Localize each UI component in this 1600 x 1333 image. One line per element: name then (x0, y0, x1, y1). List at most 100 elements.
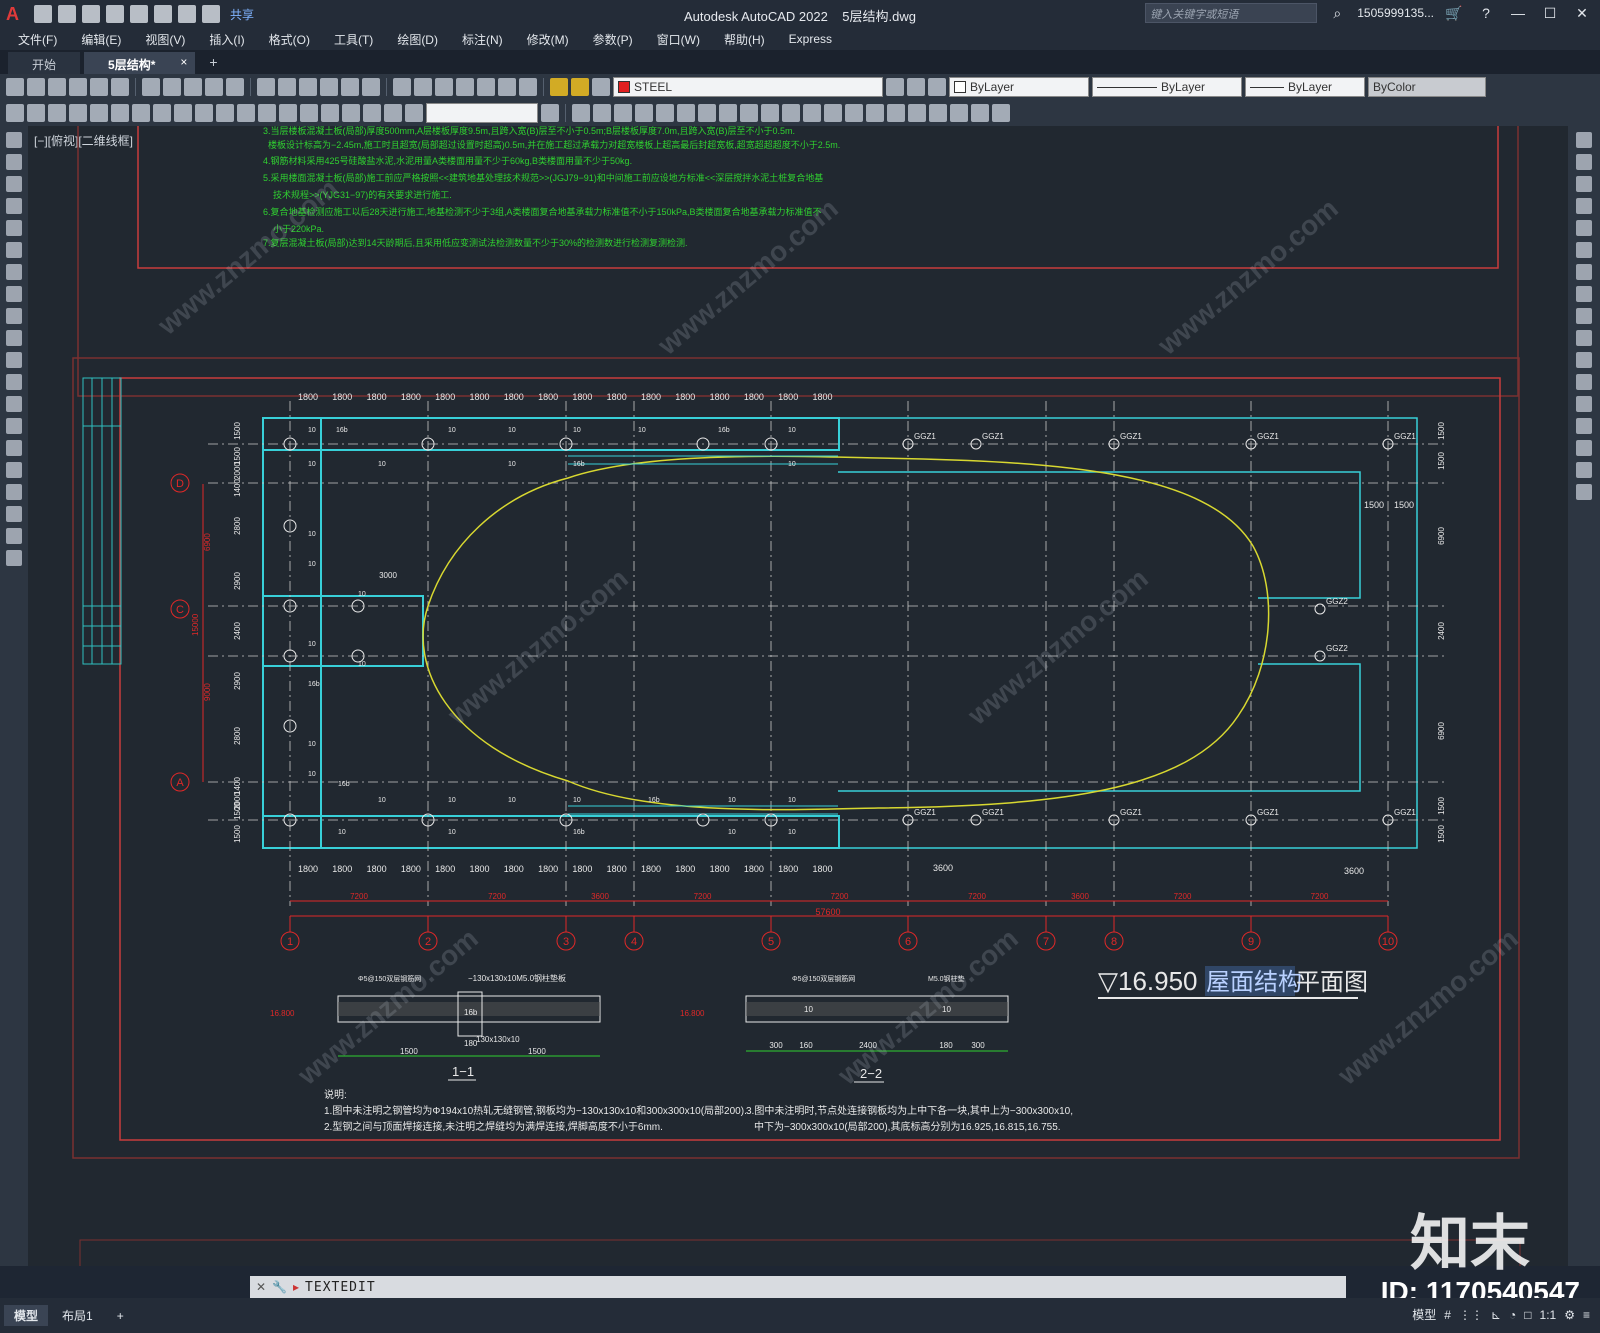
break-side-icon[interactable] (1576, 374, 1592, 390)
dim-ordinate-icon[interactable] (69, 104, 87, 122)
layout-tab-layout1[interactable]: 布局1 (52, 1305, 103, 1326)
copy-icon[interactable] (163, 78, 181, 96)
drawing-canvas[interactable]: [−][俯视][二维线框] 3.当层楼板混凝土板(局部)厚度500mm,A层楼板… (28, 126, 1568, 1266)
text-icon[interactable] (929, 104, 947, 122)
ellipse-icon[interactable] (6, 330, 22, 346)
trim-side-icon[interactable] (1576, 330, 1592, 346)
polyline-icon[interactable] (6, 176, 22, 192)
mirror-side-icon[interactable] (1576, 176, 1592, 192)
fillet-icon[interactable] (866, 104, 884, 122)
undo-icon[interactable] (257, 78, 275, 96)
add-selected-icon[interactable] (6, 550, 22, 566)
stretch-side-icon[interactable] (1576, 308, 1592, 324)
search-icon[interactable]: ⌕ (1325, 5, 1349, 22)
rotate-icon[interactable] (698, 104, 716, 122)
dim-linear-icon[interactable] (6, 104, 24, 122)
revcloud-icon[interactable] (6, 286, 22, 302)
erase-icon[interactable] (572, 104, 590, 122)
undo-icon[interactable] (178, 5, 196, 23)
calculator-icon[interactable] (498, 78, 516, 96)
color-dropdown[interactable]: ByLayer (949, 77, 1089, 97)
quick-dim-icon[interactable] (174, 104, 192, 122)
draworder-icon[interactable] (908, 104, 926, 122)
layer-dropdown[interactable]: STEEL (613, 77, 883, 97)
redo-icon[interactable] (278, 78, 296, 96)
zoom-realtime-icon[interactable] (320, 78, 338, 96)
tolerance-icon[interactable] (279, 104, 297, 122)
grid-icon[interactable]: # (1444, 1308, 1451, 1322)
dim-continue-icon[interactable] (216, 104, 234, 122)
tab-drawing[interactable]: 5层结构* × (84, 52, 196, 74)
print-icon[interactable] (69, 78, 87, 96)
dim-baseline-icon[interactable] (195, 104, 213, 122)
dim-radius-icon[interactable] (90, 104, 108, 122)
extend-side-icon[interactable] (1576, 352, 1592, 368)
3d-dwf-icon[interactable] (111, 78, 129, 96)
offset-icon[interactable] (635, 104, 653, 122)
dim-break-icon[interactable] (258, 104, 276, 122)
menu-window[interactable]: 窗口(W) (657, 31, 700, 48)
gradient-icon[interactable] (6, 462, 22, 478)
osnap-icon[interactable]: □ (1524, 1308, 1531, 1322)
ortho-icon[interactable]: ⊾ (1491, 1308, 1501, 1322)
dim-edit-icon[interactable] (363, 104, 381, 122)
ellipse-arc-icon[interactable] (6, 352, 22, 368)
array-side-icon[interactable] (1576, 220, 1592, 236)
menu-format[interactable]: 格式(O) (269, 31, 310, 48)
share-button[interactable]: 共享 (230, 6, 254, 23)
mirror-icon[interactable] (614, 104, 632, 122)
layer-light-icon[interactable] (550, 78, 568, 96)
plotstyle-dropdown[interactable]: ByColor (1368, 77, 1486, 97)
save-icon[interactable] (48, 78, 66, 96)
hatch-icon[interactable] (6, 440, 22, 456)
chamfer-side-icon[interactable] (1576, 418, 1592, 434)
new-icon[interactable] (6, 78, 24, 96)
linetype-dropdown[interactable]: ByLayer (1092, 77, 1242, 97)
erase-side-icon[interactable] (1576, 132, 1592, 148)
zoom-window-icon[interactable] (341, 78, 359, 96)
design-center-icon[interactable] (414, 78, 432, 96)
dim-update-icon[interactable] (405, 104, 423, 122)
dim-diameter-icon[interactable] (132, 104, 150, 122)
properties-icon[interactable] (393, 78, 411, 96)
move-side-icon[interactable] (1576, 242, 1592, 258)
layer-lock-icon[interactable] (592, 78, 610, 96)
annotation-scale[interactable]: 1:1 (1540, 1308, 1557, 1322)
settings-gear-icon[interactable]: ⚙ (1564, 1308, 1575, 1322)
scale-icon[interactable] (719, 104, 737, 122)
snap-icon[interactable]: ⋮⋮ (1459, 1308, 1483, 1322)
minimize-icon[interactable]: — (1506, 5, 1530, 21)
layout-tab-model[interactable]: 模型 (4, 1305, 49, 1326)
layer-sun-icon[interactable] (571, 78, 589, 96)
save-as-icon[interactable] (106, 5, 124, 23)
make-current-icon[interactable] (886, 78, 904, 96)
join-side-icon[interactable] (1576, 396, 1592, 412)
redo-icon[interactable] (202, 5, 220, 23)
maximize-icon[interactable]: ☐ (1538, 5, 1562, 22)
trim-icon[interactable] (761, 104, 779, 122)
lineweight-dropdown[interactable]: ByLayer (1245, 77, 1365, 97)
help-icon[interactable] (519, 78, 537, 96)
markup-icon[interactable] (477, 78, 495, 96)
menu-file[interactable]: 文件(F) (18, 31, 57, 48)
point-icon[interactable] (6, 418, 22, 434)
plot-icon[interactable] (154, 5, 172, 23)
command-line[interactable]: ✕ 🔧 ▸ TEXTEDIT (250, 1276, 1346, 1298)
polygon-icon[interactable] (6, 198, 22, 214)
menu-dimension[interactable]: 标注(N) (462, 31, 503, 48)
jogged-linear-icon[interactable] (342, 104, 360, 122)
new-tab-button[interactable]: + (199, 50, 227, 74)
table-icon[interactable] (971, 104, 989, 122)
dim-angular-icon[interactable] (153, 104, 171, 122)
spline-icon[interactable] (6, 308, 22, 324)
user-account[interactable]: 1505999135... (1357, 6, 1434, 20)
menu-insert[interactable]: 插入(I) (209, 31, 244, 48)
polar-icon[interactable]: ◔ (1509, 1308, 1516, 1322)
insert-block-icon[interactable] (6, 374, 22, 390)
dim-space-icon[interactable] (237, 104, 255, 122)
block-editor-icon[interactable] (226, 78, 244, 96)
mtext-side-icon[interactable] (6, 528, 22, 544)
search-input[interactable]: 键入关键字或短语 (1145, 3, 1318, 23)
match-prop-icon[interactable] (205, 78, 223, 96)
line-icon[interactable] (6, 132, 22, 148)
